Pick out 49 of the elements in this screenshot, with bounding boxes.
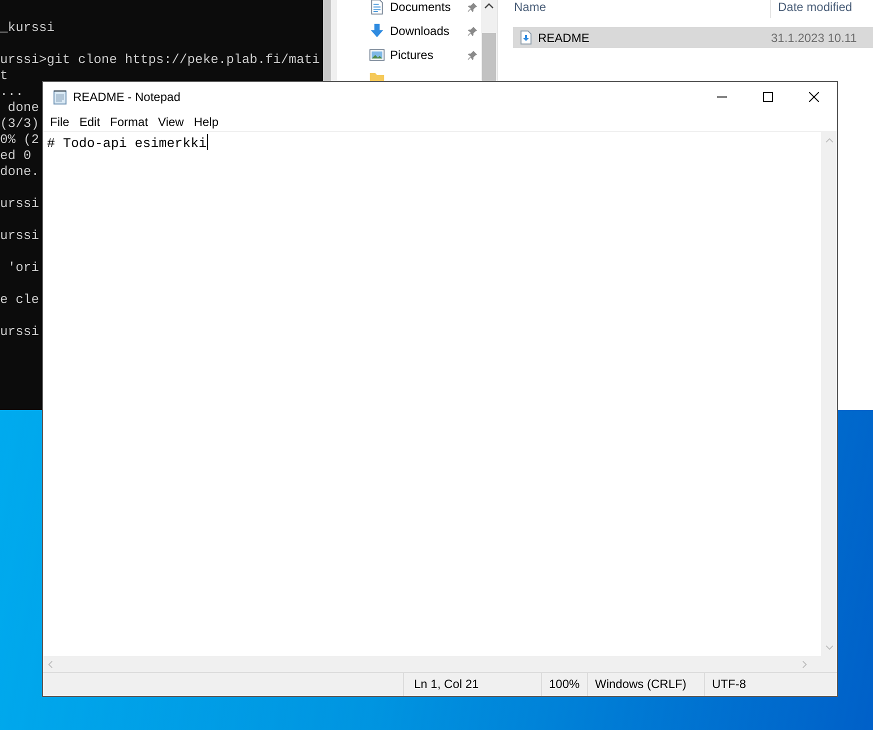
line-ending: Windows (CRLF) bbox=[587, 673, 704, 696]
picture-icon bbox=[369, 47, 385, 63]
maximize-icon bbox=[763, 92, 773, 102]
scroll-down-icon[interactable] bbox=[824, 645, 834, 650]
scrollbar[interactable] bbox=[481, 0, 497, 81]
menu-item[interactable]: View bbox=[153, 114, 189, 128]
cursor-position: Ln 1, Col 21 bbox=[403, 673, 541, 696]
scroll-left-icon[interactable] bbox=[48, 660, 53, 668]
file-icon bbox=[520, 30, 532, 45]
terminal-line: urssi>git clone https://peke.plab.fi/mati bbox=[0, 52, 320, 67]
terminal-line: done bbox=[6, 100, 40, 115]
nav-label: Downloads bbox=[390, 24, 450, 38]
terminal-line: ed 0 bbox=[0, 148, 32, 163]
download-arrow-icon bbox=[369, 23, 385, 39]
terminal-line: e cle bbox=[0, 292, 40, 307]
terminal-line: ... bbox=[0, 84, 24, 99]
file-date: 31.1.2023 10.11 bbox=[771, 30, 857, 44]
terminal-line: done. bbox=[0, 164, 40, 179]
terminal-line: urssi bbox=[0, 196, 40, 211]
scroll-right-icon[interactable] bbox=[802, 660, 807, 668]
notepad-icon bbox=[52, 89, 68, 105]
terminal-line: (3/3) bbox=[0, 116, 40, 131]
terminal-line: 'ori bbox=[6, 260, 40, 275]
file-name: README bbox=[537, 30, 590, 44]
file-row[interactable]: README 31.1.2023 10.11 bbox=[513, 27, 873, 48]
column-header[interactable]: Date modified bbox=[771, 0, 852, 14]
menu-item[interactable]: Help bbox=[188, 114, 224, 128]
menu-item[interactable]: File bbox=[45, 114, 74, 128]
terminal-line: t bbox=[0, 68, 8, 83]
document-text: # Todo-api esimerkki bbox=[47, 136, 207, 151]
scrollbar[interactable] bbox=[323, 0, 331, 81]
menu-item[interactable]: Format bbox=[105, 114, 154, 128]
scrollbar[interactable] bbox=[43, 656, 837, 673]
column-header[interactable]: Name bbox=[513, 0, 771, 18]
nav-label: Documents bbox=[390, 0, 452, 14]
scroll-up-icon[interactable] bbox=[484, 3, 494, 9]
menu-item[interactable]: Edit bbox=[74, 114, 106, 128]
terminal-line: _kurssi bbox=[0, 20, 55, 35]
scrollbar[interactable] bbox=[821, 132, 837, 656]
close-icon bbox=[809, 92, 819, 102]
zoom-level: 100% bbox=[541, 673, 587, 696]
terminal-line: urssi bbox=[0, 324, 40, 339]
text-editor[interactable]: # Todo-api esimerkki bbox=[43, 132, 821, 656]
scroll-thumb[interactable] bbox=[482, 33, 496, 81]
window-title: README - Notepad bbox=[73, 90, 182, 104]
nav-label: Pictures bbox=[390, 48, 434, 62]
encoding: UTF-8 bbox=[704, 673, 804, 696]
terminal-line: 0% (2 bbox=[0, 132, 40, 147]
terminal-line: urssi bbox=[0, 228, 40, 243]
